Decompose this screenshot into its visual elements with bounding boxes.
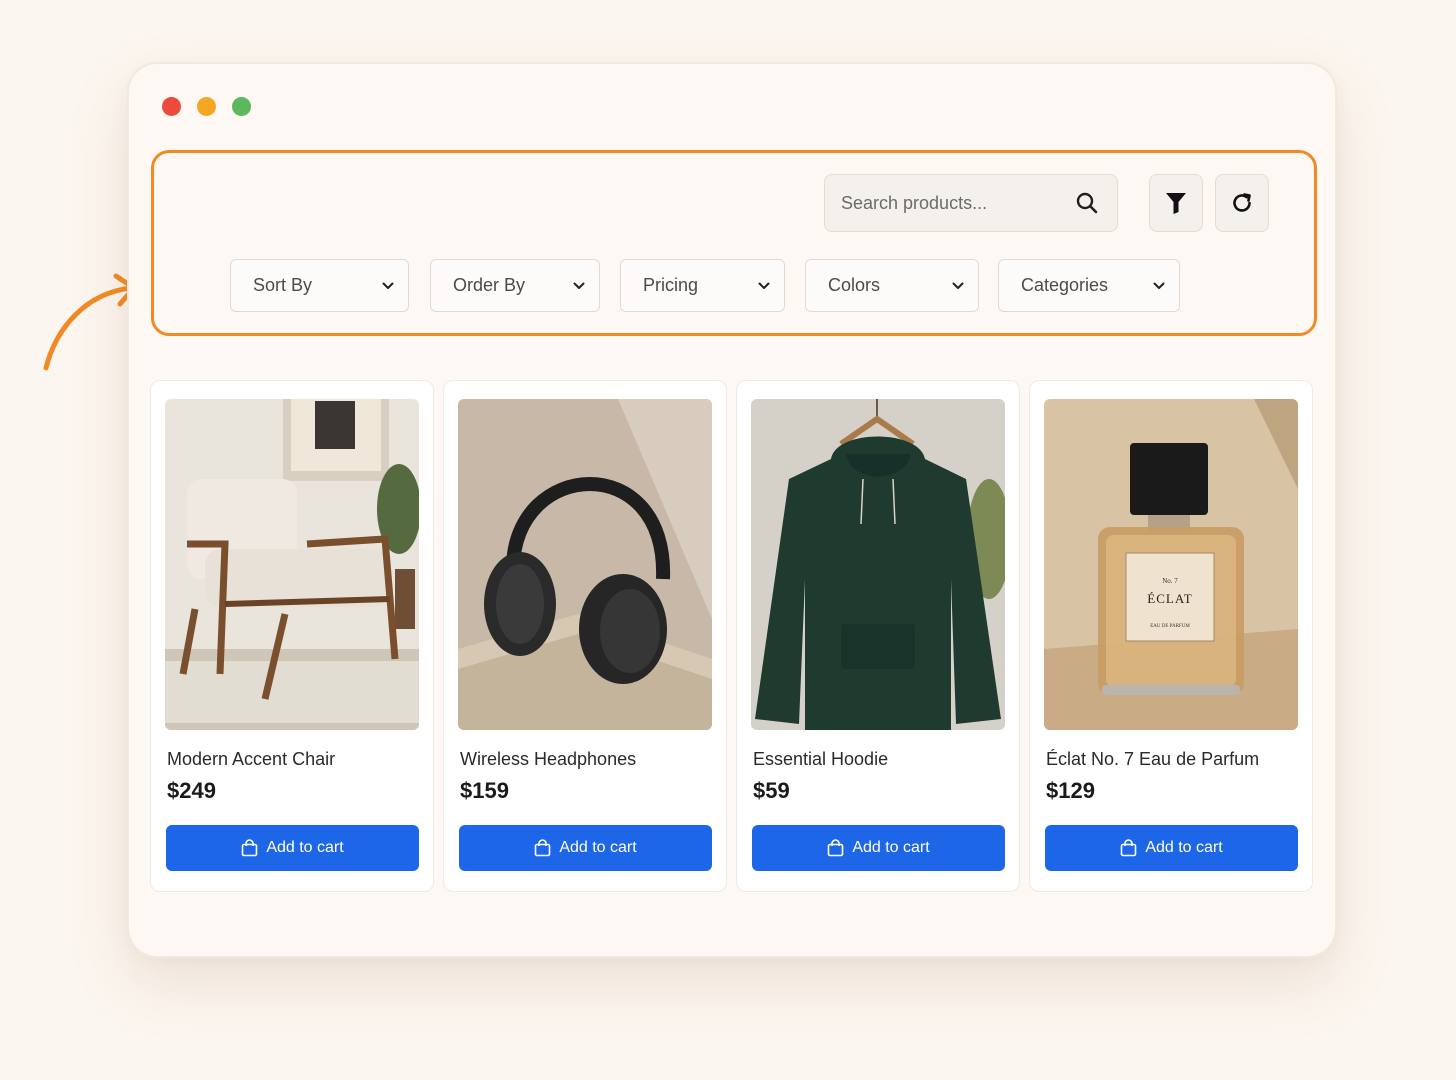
search-box[interactable] [824, 174, 1118, 232]
pricing-dropdown[interactable]: Pricing [620, 259, 785, 312]
product-price: $159 [460, 778, 509, 803]
chevron-down-icon [573, 282, 585, 289]
maximize-window-button[interactable] [232, 97, 251, 116]
product-price: $129 [1046, 778, 1095, 803]
product-name[interactable]: Essential Hoodie [753, 749, 888, 770]
perfume-label-brand: ÉCLAT [1147, 591, 1192, 606]
refresh-button[interactable] [1215, 174, 1269, 232]
add-to-cart-button[interactable]: Add to cart [1045, 825, 1298, 871]
product-card: Wireless Headphones $159 Add to cart [443, 380, 727, 892]
add-to-cart-button[interactable]: Add to cart [166, 825, 419, 871]
perfume-label-number: No. 7 [1162, 577, 1178, 585]
colors-label: Colors [828, 275, 881, 295]
perfume-photo[interactable]: No. 7 ÉCLAT EAU DE PARFUM [1044, 399, 1298, 730]
minimize-window-button[interactable] [197, 97, 216, 116]
close-window-button[interactable] [162, 97, 181, 116]
add-to-cart-label: Add to cart [1145, 839, 1223, 856]
product-name[interactable]: Éclat No. 7 Eau de Parfum [1046, 749, 1259, 770]
filter-icon [1166, 193, 1186, 214]
product-card: Modern Accent Chair $249 Add to cart [150, 380, 434, 892]
shopping-bag-icon [242, 839, 258, 857]
hoodie-photo[interactable] [751, 399, 1005, 730]
add-to-cart-label: Add to cart [559, 839, 637, 856]
chevron-down-icon [952, 282, 964, 289]
pricing-label: Pricing [643, 275, 699, 295]
order-by-label: Order By [453, 275, 526, 295]
window-controls [162, 97, 251, 116]
colors-dropdown[interactable]: Colors [805, 259, 979, 312]
chevron-down-icon [758, 282, 770, 289]
add-to-cart-button[interactable]: Add to cart [459, 825, 712, 871]
product-price: $249 [167, 778, 216, 803]
shopping-bag-icon [828, 839, 844, 857]
product-card: No. 7 ÉCLAT EAU DE PARFUM Éclat No. 7 Ea… [1029, 380, 1313, 892]
browser-window: Sort By Order By Pricing Colors Categori… [127, 62, 1337, 958]
armchair-photo[interactable] [165, 399, 419, 730]
search-icon[interactable] [1075, 191, 1099, 215]
refresh-icon [1233, 193, 1251, 212]
product-price: $59 [753, 778, 790, 803]
filter-toolbar: Sort By Order By Pricing Colors Categori… [151, 150, 1317, 336]
product-card: Essential Hoodie $59 Add to cart [736, 380, 1020, 892]
headphones-photo[interactable] [458, 399, 712, 730]
categories-label: Categories [1021, 275, 1109, 295]
categories-dropdown[interactable]: Categories [998, 259, 1180, 312]
product-name[interactable]: Wireless Headphones [460, 749, 636, 770]
sort-by-label: Sort By [253, 275, 313, 295]
shopping-bag-icon [535, 839, 551, 857]
filter-button[interactable] [1149, 174, 1203, 232]
sort-by-dropdown[interactable]: Sort By [230, 259, 409, 312]
page: Sort By Order By Pricing Colors Categori… [0, 0, 1456, 1080]
product-name[interactable]: Modern Accent Chair [167, 749, 335, 770]
order-by-dropdown[interactable]: Order By [430, 259, 600, 312]
shopping-bag-icon [1121, 839, 1137, 857]
chevron-down-icon [1153, 282, 1165, 289]
add-to-cart-label: Add to cart [852, 839, 930, 856]
perfume-label-type: EAU DE PARFUM [1150, 624, 1190, 629]
chevron-down-icon [382, 282, 394, 289]
search-input[interactable] [841, 192, 1051, 214]
add-to-cart-button[interactable]: Add to cart [752, 825, 1005, 871]
add-to-cart-label: Add to cart [266, 839, 344, 856]
